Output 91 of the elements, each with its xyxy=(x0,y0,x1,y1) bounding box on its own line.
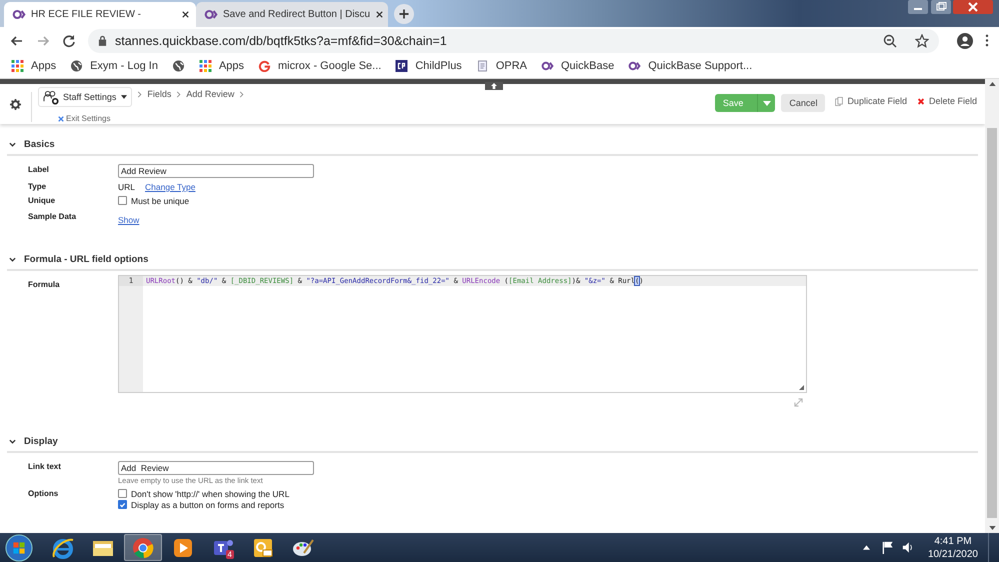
cp-logo-icon[interactable] xyxy=(395,60,408,72)
clock-date: 10/21/2020 xyxy=(928,548,978,560)
users-gear-icon xyxy=(43,90,60,104)
caret-icon xyxy=(762,100,771,106)
bookmark-link[interactable]: microx - Google Se... xyxy=(278,60,382,72)
scrollbar-thumb[interactable] xyxy=(987,128,997,518)
address-bar[interactable]: stannes.quickbase.com/db/bqtfk5tks?a=mf&fid=30&chain=1 xyxy=(88,28,939,52)
checkbox-label: Display as a button on forms and reports xyxy=(131,500,284,510)
breadcrumb-link[interactable]: Fields xyxy=(147,89,172,99)
close-icon[interactable] xyxy=(375,10,384,19)
checkbox-label: Must be unique xyxy=(131,196,190,206)
tab-title: HR ECE FILE REVIEW - xyxy=(31,9,142,20)
caret-icon xyxy=(121,95,128,99)
bookmark-link[interactable]: ChildPlus xyxy=(415,60,462,72)
field-label: Formula xyxy=(28,279,61,289)
save-dropdown-button[interactable] xyxy=(757,94,776,112)
browser-tab[interactable]: HR ECE FILE REVIEW - xyxy=(4,2,196,27)
field-label: Link text xyxy=(28,461,62,471)
bookmark-link[interactable]: QuickBase Support... xyxy=(648,60,752,72)
globe-icon[interactable] xyxy=(70,60,84,72)
checkbox-label: Don't show 'http://' when showing the URL xyxy=(131,488,290,498)
change-type-link[interactable]: Change Type xyxy=(145,182,196,192)
staff-settings-button[interactable]: Staff Settings xyxy=(38,87,132,107)
chevron-icon xyxy=(137,91,142,98)
menu-icon[interactable] xyxy=(985,34,989,47)
checkbox[interactable] xyxy=(118,196,127,205)
chevron-icon[interactable] xyxy=(9,140,16,148)
settings-icon[interactable] xyxy=(10,99,21,110)
tab-title: Save and Redirect Button | Discu xyxy=(223,9,370,20)
quickbase-logo-icon xyxy=(204,9,218,20)
bookmark-link[interactable]: Exym - Log In xyxy=(90,60,158,72)
quickbase-logo-icon xyxy=(12,9,26,20)
back-arrow-icon[interactable] xyxy=(10,34,24,48)
checkbox[interactable] xyxy=(118,489,127,498)
google-g-icon[interactable] xyxy=(258,60,272,72)
new-tab-icon[interactable] xyxy=(394,4,414,24)
browser-tab[interactable]: Save and Redirect Button | Discu xyxy=(196,2,388,27)
delete-field-button[interactable]: Delete Field xyxy=(916,96,977,106)
bookmark-link[interactable]: Apps xyxy=(31,60,56,72)
text-field[interactable]: Add Review xyxy=(118,461,314,475)
lock-icon xyxy=(98,35,107,46)
chevron-icon[interactable] xyxy=(9,256,16,262)
scroll-up-icon[interactable] xyxy=(988,82,996,86)
close-icon[interactable] xyxy=(181,10,190,19)
field-label: Options xyxy=(28,488,60,498)
cancel-button[interactable]: Cancel xyxy=(781,94,826,112)
restore-icon[interactable] xyxy=(930,0,952,14)
start-button[interactable] xyxy=(4,534,34,562)
delete-icon xyxy=(916,96,925,106)
section-title[interactable]: Basics xyxy=(24,138,55,150)
resize-grip-icon[interactable] xyxy=(799,385,804,390)
reload-icon[interactable] xyxy=(62,34,76,48)
exit-settings-link[interactable]: Exit Settings xyxy=(58,114,244,123)
section-title[interactable]: Display xyxy=(24,436,58,446)
minimize-icon[interactable] xyxy=(907,0,929,14)
clock-time: 4:41 PM xyxy=(934,534,972,548)
chevron-icon[interactable] xyxy=(9,438,16,444)
document-icon[interactable] xyxy=(476,60,489,72)
scroll-down-icon[interactable] xyxy=(988,526,996,530)
globe-icon[interactable] xyxy=(172,60,185,72)
field-label: Label xyxy=(28,164,50,174)
chevron-icon xyxy=(176,91,182,98)
bookmark-link[interactable]: OPRA xyxy=(496,60,527,72)
duplicate-field-button[interactable]: Duplicate Field xyxy=(835,96,907,106)
speaker-icon[interactable] xyxy=(902,541,914,554)
type-value: URL xyxy=(118,182,136,192)
quickbase-logo-icon[interactable] xyxy=(541,60,554,72)
browser-logo-icon xyxy=(131,536,155,560)
apps-grid-icon[interactable] xyxy=(11,60,24,72)
chevron-icon xyxy=(239,91,244,98)
field-label: Type xyxy=(28,181,48,191)
checkbox[interactable] xyxy=(118,500,127,509)
show-link[interactable]: Show xyxy=(118,215,140,225)
apps-grid-icon[interactable] xyxy=(198,60,212,72)
bookmark-link[interactable]: Apps xyxy=(218,60,244,72)
copy-icon xyxy=(835,96,844,106)
taskbar-app-button[interactable]: 4 xyxy=(204,534,242,561)
zoom-out-icon[interactable] xyxy=(883,34,897,48)
text-field[interactable]: Add Review xyxy=(118,164,314,178)
quickbase-logo-icon[interactable] xyxy=(628,60,642,72)
star-icon[interactable] xyxy=(915,34,929,48)
field-label: Unique xyxy=(28,195,56,205)
section-title[interactable]: Formula - URL field options xyxy=(24,254,148,264)
bookmark-link[interactable]: QuickBase xyxy=(561,60,614,72)
profile-icon[interactable] xyxy=(957,32,973,48)
field-label: Sample Data xyxy=(28,211,78,221)
flag-icon[interactable] xyxy=(882,541,894,554)
notification-badge: 4 xyxy=(226,550,234,559)
breadcrumb-link[interactable]: Add Review xyxy=(186,89,234,99)
show-hidden-icons-icon[interactable] xyxy=(862,545,870,550)
close-icon xyxy=(58,116,64,122)
